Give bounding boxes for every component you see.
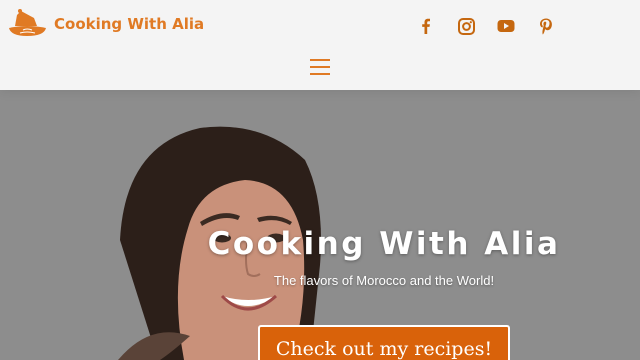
pinterest-link[interactable] (526, 14, 566, 38)
youtube-link[interactable] (486, 14, 526, 38)
tagine-icon (9, 9, 46, 36)
youtube-icon (497, 20, 515, 32)
menu-bar (310, 66, 330, 68)
pinterest-icon (540, 18, 552, 34)
facebook-link[interactable] (406, 14, 446, 38)
check-out-recipes-button[interactable]: Check out my recipes! (258, 325, 510, 360)
menu-bar (310, 73, 330, 75)
social-links (406, 14, 566, 38)
site-logo[interactable]: Cooking With Alia (6, 8, 204, 40)
hero-portrait-photo (0, 90, 640, 360)
hero-section: Cooking With Alia The flavors of Morocco… (0, 90, 640, 360)
site-header: Cooking With Alia (0, 0, 640, 90)
hero-subtitle: The flavors of Morocco and the World! (273, 273, 495, 288)
instagram-link[interactable] (446, 14, 486, 38)
hamburger-menu-icon[interactable] (308, 56, 332, 78)
facebook-icon (422, 18, 430, 34)
menu-bar (310, 59, 330, 61)
logo-text: Cooking With Alia (54, 15, 205, 33)
hero-title: Cooking With Alia (207, 226, 561, 262)
instagram-icon (457, 17, 475, 35)
